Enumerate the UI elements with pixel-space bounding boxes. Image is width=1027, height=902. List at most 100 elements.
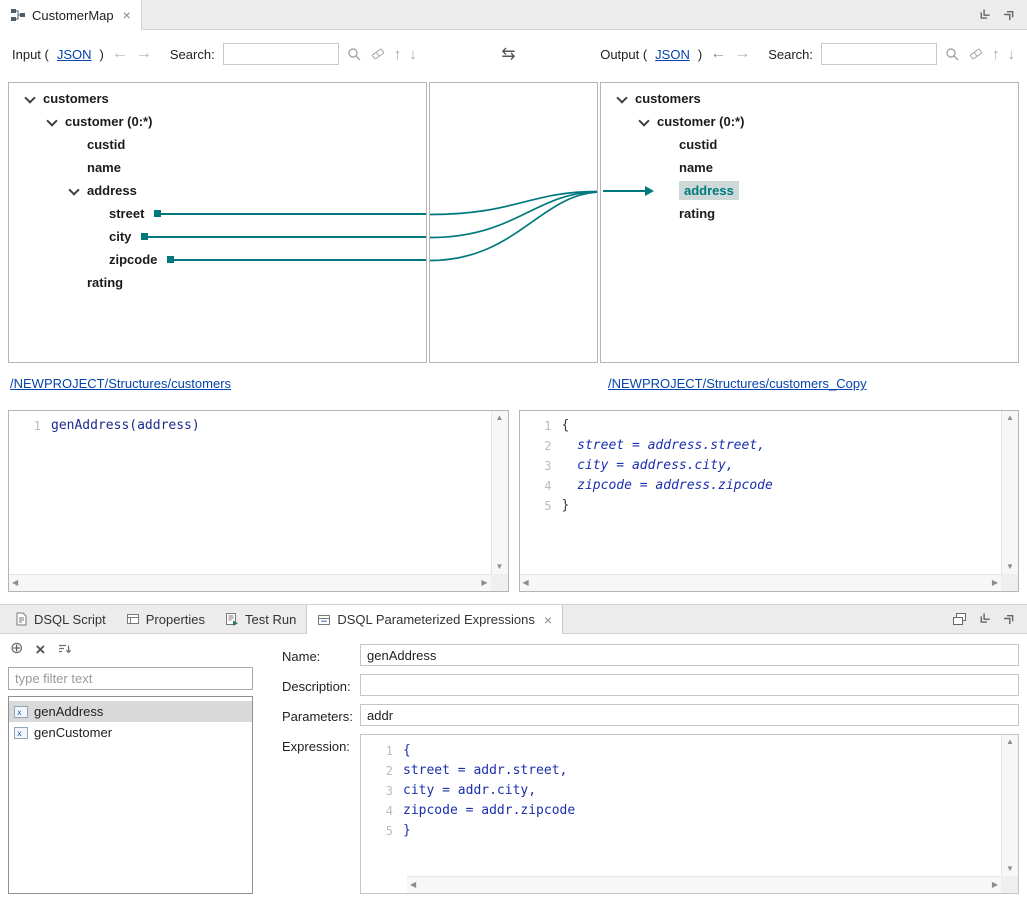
code-line: 1 { [361,741,1000,761]
tab-label: Test Run [245,612,296,627]
scroll-left-icon[interactable] [12,579,18,587]
tab-dsql-script[interactable]: DSQL Script [4,605,116,633]
tree-node-customers[interactable]: customers [9,87,426,110]
scroll-down-icon[interactable] [1006,563,1014,571]
scroll-down-icon[interactable] [496,563,504,571]
tree-node-customers[interactable]: customers [601,87,1018,110]
line-number: 4 [361,801,403,821]
sort-icon[interactable] [57,642,72,656]
scroll-up-icon[interactable] [496,414,504,422]
input-structure-link[interactable]: /NEWPROJECT/Structures/customers [10,376,231,391]
search-input-right[interactable] [821,43,937,65]
tree-node-name[interactable]: name [9,156,426,179]
scroll-up-icon[interactable] [1006,738,1014,746]
tab-properties[interactable]: Properties [116,605,215,633]
nav-forward-icon[interactable]: → [136,46,152,62]
vertical-scrollbar[interactable] [1001,735,1018,876]
clear-search-icon-left[interactable] [370,47,386,61]
tree-node-rating[interactable]: rating [601,202,1018,225]
expression-list-item-gencustomer[interactable]: x genCustomer [9,722,252,743]
find-previous-icon[interactable]: ↑ [394,46,402,63]
nav-forward-icon-output[interactable]: → [734,46,750,62]
mapping-canvas[interactable] [429,82,598,363]
search-input-left[interactable] [223,43,339,65]
tree-node-address-selected[interactable]: address [601,179,1018,202]
tree-node-custid[interactable]: custid [9,133,426,156]
search-icon-left[interactable] [347,47,362,62]
add-expression-icon[interactable]: ⊕ [10,641,23,657]
close-icon[interactable]: × [544,612,552,628]
horizontal-scrollbar[interactable] [407,876,1001,893]
tree-node-custid[interactable]: custid [601,133,1018,156]
output-structure-link[interactable]: /NEWPROJECT/Structures/customers_Copy [608,376,867,391]
tab-test-run[interactable]: Test Run [215,605,306,633]
chevron-down-icon[interactable] [69,186,79,196]
scroll-left-icon[interactable] [410,881,416,889]
vertical-scrollbar[interactable] [1001,411,1018,574]
nav-back-icon[interactable]: ← [112,46,128,62]
code-text: { [403,741,411,761]
tab-customermap[interactable]: CustomerMap × [0,0,142,30]
scroll-right-icon[interactable] [992,579,998,587]
tree-node-customer[interactable]: customer (0:*) [601,110,1018,133]
tree-node-rating[interactable]: rating [9,271,426,294]
description-field[interactable] [360,674,1019,696]
swap-mapping-icon[interactable]: ⇆ [501,44,515,64]
minimize-icon[interactable] [979,612,992,625]
parameters-field[interactable] [360,704,1019,726]
expression-editors: 1 genAddress(address) 1 { 2 street = add… [8,410,1019,592]
input-json-link[interactable]: JSON [57,47,92,62]
scrollbar-corner [1001,574,1018,591]
scroll-right-icon[interactable] [992,881,998,889]
tree-node-city[interactable]: city [9,225,426,248]
expression-code-editor[interactable]: 1 { 2 street = addr.street, 3 city = add… [360,734,1019,894]
nav-back-icon-output[interactable]: ← [710,46,726,62]
tree-node-address[interactable]: address [9,179,426,202]
minimize-icon[interactable] [979,8,992,21]
chevron-down-icon[interactable] [47,117,57,127]
close-icon[interactable]: × [123,7,131,23]
horizontal-scrollbar[interactable] [9,574,491,591]
tree-node-label: zipcode [109,252,157,267]
tab-dsql-parameterized-expressions[interactable]: DSQL Parameterized Expressions × [306,605,563,634]
tab-title: CustomerMap [32,8,114,23]
output-json-link[interactable]: JSON [655,47,690,62]
find-next-icon-output[interactable]: ↓ [1008,46,1016,63]
output-label-suffix: ) [698,47,702,62]
filter-input[interactable] [8,667,253,690]
find-next-icon[interactable]: ↓ [409,46,417,63]
code-line: 2 street = address.street, [520,436,1001,456]
cascade-windows-icon[interactable] [952,612,967,626]
chevron-down-icon[interactable] [25,94,35,104]
line-number: 1 [520,416,562,436]
clear-search-icon-right[interactable] [968,47,984,61]
scroll-down-icon[interactable] [1006,865,1014,873]
scroll-up-icon[interactable] [1006,414,1014,422]
vertical-scrollbar[interactable] [491,411,508,574]
code-line: 2 street = addr.street, [361,761,1000,781]
code-line: 1 genAddress(address) [9,416,490,436]
chevron-down-icon[interactable] [639,117,649,127]
scroll-left-icon[interactable] [523,579,529,587]
tree-node-customer[interactable]: customer (0:*) [9,110,426,133]
tab-label: Properties [146,612,205,627]
name-field[interactable] [360,644,1019,666]
line-number: 1 [361,741,403,761]
expression-list-item-genaddress[interactable]: x genAddress [9,701,252,722]
mapping-connector-line [167,259,426,261]
tree-node-name[interactable]: name [601,156,1018,179]
horizontal-scrollbar[interactable] [520,574,1002,591]
scroll-right-icon[interactable] [481,579,487,587]
source-expression-editor[interactable]: 1 genAddress(address) [8,410,509,592]
line-number: 4 [520,476,562,496]
search-icon-right[interactable] [945,47,960,62]
delete-expression-icon[interactable]: × [35,641,45,658]
tree-node-zipcode[interactable]: zipcode [9,248,426,271]
target-expression-editor[interactable]: 1 { 2 street = address.street, 3 city = … [519,410,1020,592]
chevron-down-icon[interactable] [617,94,627,104]
code-line: 4 zipcode = address.zipcode [520,476,1001,496]
find-previous-icon-output[interactable]: ↑ [992,46,1000,63]
tree-node-street[interactable]: street [9,202,426,225]
maximize-icon[interactable] [1004,612,1017,625]
maximize-icon[interactable] [1004,8,1017,21]
